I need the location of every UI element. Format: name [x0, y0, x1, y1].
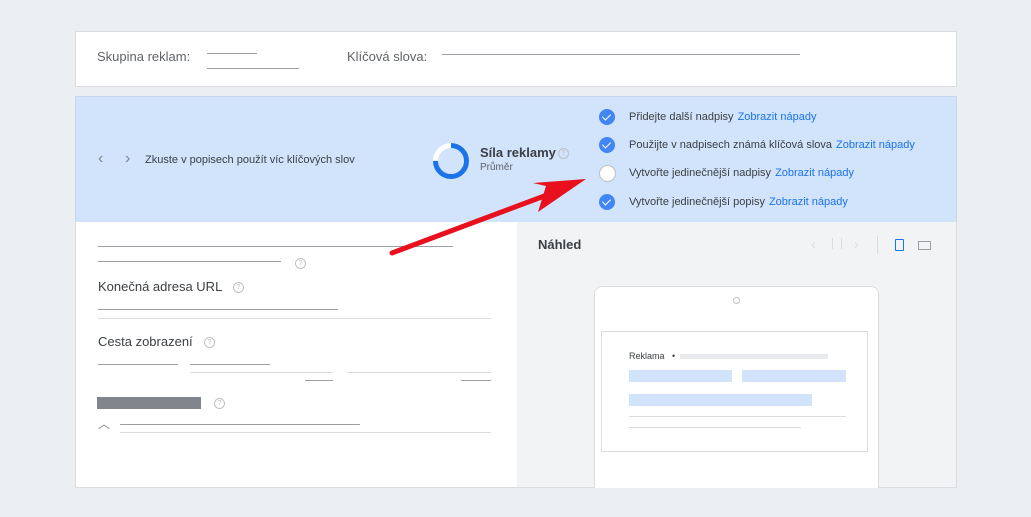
annotation-arrow: [389, 179, 586, 256]
